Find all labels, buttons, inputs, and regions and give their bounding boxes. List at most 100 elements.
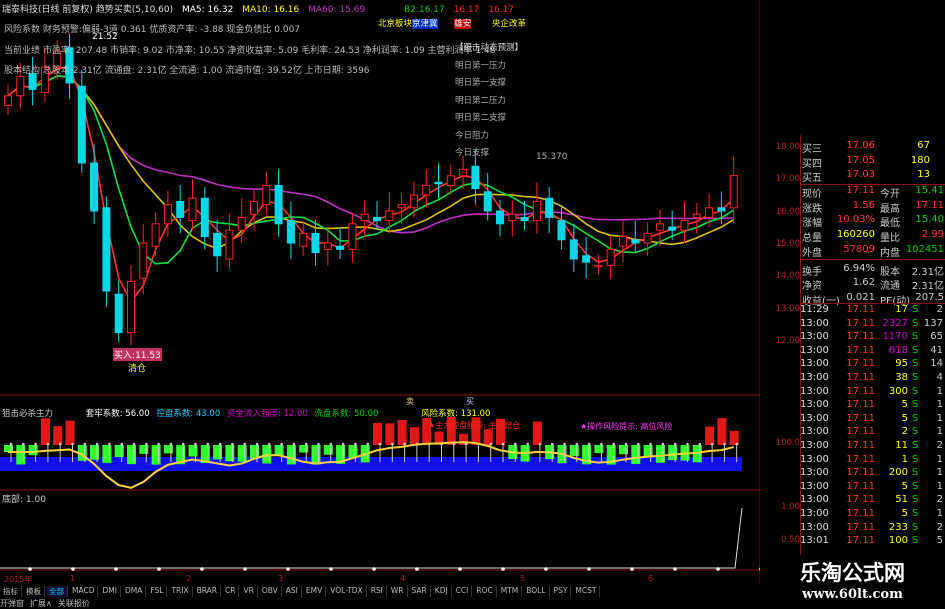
quote-cell: 17.06 [846,140,875,151]
quote-row: 13:00 17.11 200 S 1 [800,467,945,481]
quote-cell: 5 [901,480,908,492]
sub-bar-red [53,426,63,445]
tab-kdj[interactable]: KDJ [432,586,452,597]
quote-cell: 1 [901,453,908,465]
quote-cell: 买三 [802,144,822,155]
quote-cell: 10.03% [836,214,875,226]
tab-rsi[interactable]: RSI [368,586,387,597]
candle-up [163,204,172,225]
quote-cell: 买五 [802,173,822,184]
sub-tick-dot [575,442,579,446]
tab-全部[interactable]: 全部 [46,586,68,597]
sub-bar-green [188,445,198,457]
tab-dmi[interactable]: DMI [99,586,121,597]
quote-row: 涨幅 10.03% 最低 15.40 [800,214,945,229]
quote-cell: 1 [936,399,943,411]
menu-item[interactable]: 今日阻力 [455,128,523,146]
quote-cell: 4 [936,372,943,383]
tab-mcst[interactable]: MCST [572,586,601,597]
quote-cell: 17.11 [846,521,875,533]
tab-mtm[interactable]: MTM [498,586,523,597]
quote-cell: 11 [895,440,908,451]
quote-cell: 17.11 [846,344,875,356]
tab-vol-tdx[interactable]: VOL-TDX [327,586,367,597]
sub-bar-green [139,445,149,454]
tab-vr[interactable]: VR [240,586,258,597]
menu-item[interactable]: 今日支撑 [455,145,523,163]
sub-bar-green [348,445,358,458]
quote-cell: 15.40 [915,214,944,226]
timeline-dot [28,567,32,571]
ma5-value: MA5: 16.32 [182,5,234,15]
tab-cr[interactable]: CR [222,586,240,597]
quote-panel: 买三 17.06 67 买四 17.05 180 买五 17.03 13 现价 17.11 今开 15.… [800,0,945,555]
sector-tags: 北京板块京津冀 雄安 央企改革 [378,17,526,29]
menu-item[interactable]: 【跟击动态预测】 [455,40,523,58]
tab-wr[interactable]: WR [388,586,408,597]
sub-bar-red [65,420,75,445]
quote-cell: 200 [888,467,908,479]
sub-title: 狙击必杀主力 [2,409,54,419]
candle-down [471,165,480,190]
tab-cci[interactable]: CCI [453,586,473,597]
sub-tick-dot [120,442,123,446]
tab-fsl[interactable]: FSL [147,586,168,597]
toolbar-button[interactable]: 关联报价 [58,598,90,609]
tab-dma[interactable]: DMA [122,586,147,597]
timeline-dot [458,567,462,571]
quote-cell: 13:00 [800,358,829,370]
sub-tick-dot [710,442,714,446]
tag-jingjinji[interactable]: 京津冀 [412,19,438,29]
tag-policy[interactable]: 央企改革 [492,19,526,29]
menu-item[interactable]: 明日第一支撑 [455,75,523,93]
tab-brar[interactable]: BRAR [194,586,222,597]
sub-tick-dot [378,442,382,446]
sub-tick-dot [231,442,234,446]
sub-tick-dot [243,442,246,446]
quote-cell: 207.5 [915,291,944,303]
quote-cell: 57809 [843,243,875,255]
toolbar-button[interactable]: 开弹窗 [0,598,24,609]
quote-cell: 51 [895,494,908,506]
candle-down [717,207,726,212]
sub-tick-dot [538,442,542,446]
tab-trix[interactable]: TRIX [168,586,193,597]
quote-cell: 17.11 [846,304,875,315]
quote-cell: 17.11 [846,440,875,451]
chart-canvas[interactable] [0,0,760,585]
tab-macd[interactable]: MACD [69,586,99,597]
toolbar-button[interactable]: 扩展∧ [30,598,52,609]
tab-obv[interactable]: OBV [259,586,282,597]
quote-cell: 17.11 [846,480,875,492]
candle-up [188,197,197,222]
quote-cell: 13:01 [800,535,829,547]
timeline-dot [114,567,118,571]
price-marker: 15.370 [536,152,568,162]
quote-row: 13:00 17.11 300 S 1 [800,386,945,400]
tab-psy[interactable]: PSY [551,586,572,597]
candle-up [459,168,468,177]
tab-指标[interactable]: 指标 [0,586,22,597]
menu-item[interactable]: 明日第二压力 [455,93,523,111]
sub-bar-green [163,445,173,454]
tab-asi[interactable]: ASI [283,586,302,597]
menu-item[interactable]: 明日第二支撑 [455,110,523,128]
quote-cell: 1.56 [852,199,875,211]
tab-roc[interactable]: ROC [473,586,497,597]
quote-row: 13:00 17.11 618 S 41 [800,345,945,359]
quote-row: 13:00 17.11 95 S 14 [800,358,945,372]
tab-emv[interactable]: EMV [303,586,327,597]
chart-title: 瑞泰科技(日线 前复权) 趋势买卖(5,10,60) [2,5,174,15]
candle-down [582,255,591,263]
sub-tick-dot [268,442,271,446]
sub-indicator-header: 狙击必杀主力 套牢系数: 56.00 控盘系数: 43.00 资金流入强度: 1… [2,407,490,419]
menu-item[interactable]: 明日第一压力 [455,58,523,76]
sub-tick-dot [563,442,566,446]
tag-beijing[interactable]: 北京板块 [378,19,412,29]
tab-sar[interactable]: SAR [409,586,431,597]
timeline-dot [372,567,376,571]
tag-xiongan[interactable]: 雄安 [454,19,472,29]
tab-boll[interactable]: BOLL [523,586,550,597]
quote-cell: 1.62 [852,277,875,289]
tab-模板[interactable]: 模板 [23,586,45,597]
